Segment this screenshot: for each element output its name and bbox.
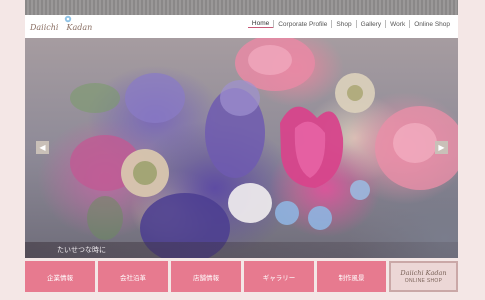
online-shop-banner[interactable]: Daiichi Kadan ONLINE SHOP: [389, 261, 458, 292]
bottom-menu: 企業情報 会社沿革 店舗情報 ギャラリー 制作風景 Daiichi Kadan …: [25, 261, 458, 292]
hero-caption: たいせつな時に: [57, 246, 106, 254]
menu-gallery-button[interactable]: ギャラリー: [244, 261, 314, 292]
nav-gallery[interactable]: Gallery: [357, 21, 386, 28]
slider-prev-button[interactable]: ◀: [36, 141, 49, 154]
flower-logo-icon: [64, 15, 72, 23]
top-decorative-strip: [25, 0, 458, 15]
nav-online-shop[interactable]: Online Shop: [410, 21, 454, 28]
nav-home[interactable]: Home: [247, 20, 274, 28]
menu-company-info-button[interactable]: 企業情報: [25, 261, 95, 292]
nav-work[interactable]: Work: [386, 21, 409, 28]
menu-production-button[interactable]: 制作風景: [317, 261, 386, 292]
hero-caption-bar: たいせつな時に: [25, 242, 458, 258]
menu-store-info-button[interactable]: 店舗情報: [171, 261, 241, 292]
hero-slideshow[interactable]: ◀ ▶ たいせつな時に: [25, 38, 458, 258]
nav-shop[interactable]: Shop: [332, 21, 355, 28]
nav-corporate-profile[interactable]: Corporate Profile: [274, 21, 331, 28]
shop-banner-subtitle: ONLINE SHOP: [404, 278, 443, 284]
chevron-left-icon: ◀: [39, 143, 46, 152]
chevron-right-icon: ▶: [438, 143, 445, 152]
flower-photo: [70, 38, 458, 258]
site-logo[interactable]: Daiichi Kadan: [30, 15, 93, 36]
slider-next-button[interactable]: ▶: [435, 141, 448, 154]
logo-word-daiichi: Daiichi: [30, 22, 59, 32]
main-navigation: Home Corporate Profile Shop Gallery Work…: [247, 20, 454, 28]
logo-word-kadan: Kadan: [66, 22, 93, 32]
site-header: Daiichi Kadan Home Corporate Profile Sho…: [25, 15, 458, 38]
menu-history-button[interactable]: 会社沿革: [98, 261, 168, 292]
shop-banner-title: Daiichi Kadan: [400, 269, 447, 277]
